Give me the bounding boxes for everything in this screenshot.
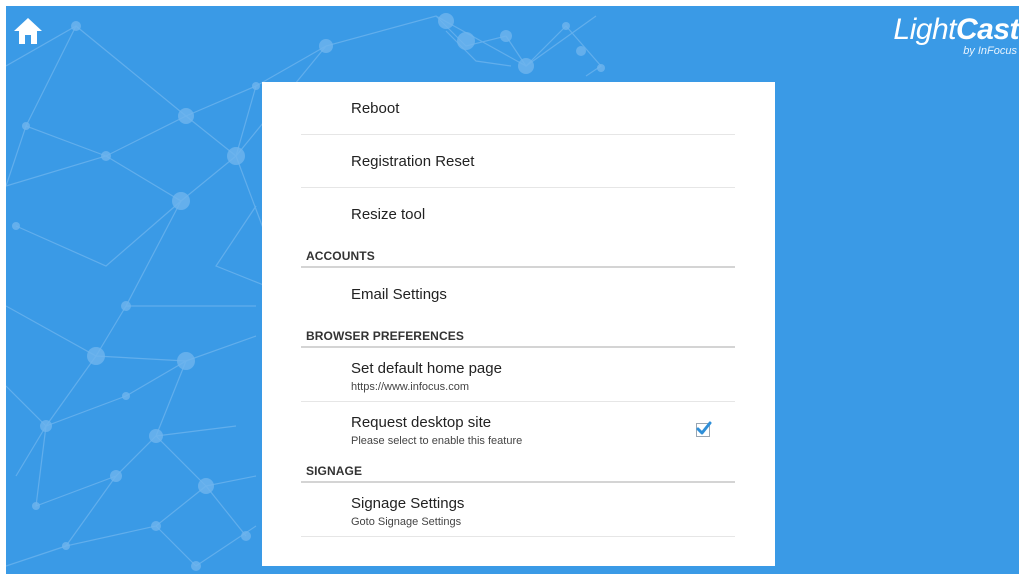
item-title: Registration Reset	[351, 153, 475, 170]
reboot-item[interactable]: Reboot	[301, 82, 735, 135]
category-header: ACCOUNTS	[306, 249, 375, 263]
item-title: Reboot	[351, 100, 400, 117]
item-title: Resize tool	[351, 206, 426, 223]
browser-preferences-category: BROWSER PREFERENCES	[301, 320, 735, 348]
signage-category: SIGNAGE	[301, 455, 735, 483]
home-button[interactable]	[12, 15, 44, 47]
desktop-site-checkbox[interactable]	[696, 421, 712, 437]
item-title: Email Settings	[351, 286, 447, 303]
settings-panel: Reboot Registration Reset Resize tool AC…	[262, 82, 775, 566]
item-title: Set default home page	[351, 360, 502, 377]
signage-settings-item[interactable]: Signage Settings Goto Signage Settings	[301, 483, 735, 537]
request-desktop-site-item[interactable]: Request desktop site Please select to en…	[301, 402, 735, 455]
launcher-background: LightCast by InFocus Reboot Registration…	[6, 6, 1019, 574]
category-header: BROWSER PREFERENCES	[306, 329, 464, 343]
lightcast-logo: LightCast by InFocus	[893, 15, 1019, 58]
category-header: SIGNAGE	[306, 464, 363, 478]
email-settings-item[interactable]: Email Settings	[301, 268, 735, 320]
resize-tool-item[interactable]: Resize tool	[301, 188, 735, 240]
checkmark-icon	[696, 421, 712, 435]
item-summary: Please select to enable this feature	[351, 435, 523, 447]
item-title: Request desktop site	[351, 414, 492, 431]
registration-reset-item[interactable]: Registration Reset	[301, 135, 735, 188]
item-title: Signage Settings	[351, 495, 465, 512]
item-summary: https://www.infocus.com	[351, 381, 469, 393]
accounts-category: ACCOUNTS	[301, 240, 735, 268]
logo-light-text: Light	[893, 13, 956, 46]
logo-cast-text: Cast	[955, 13, 1019, 46]
default-home-page-item[interactable]: Set default home page https://www.infocu…	[301, 348, 735, 402]
settings-list: Reboot Registration Reset Resize tool AC…	[301, 82, 735, 537]
item-summary: Goto Signage Settings	[351, 516, 462, 528]
logo-subtitle: by InFocus	[963, 45, 1017, 57]
home-icon	[14, 18, 42, 44]
